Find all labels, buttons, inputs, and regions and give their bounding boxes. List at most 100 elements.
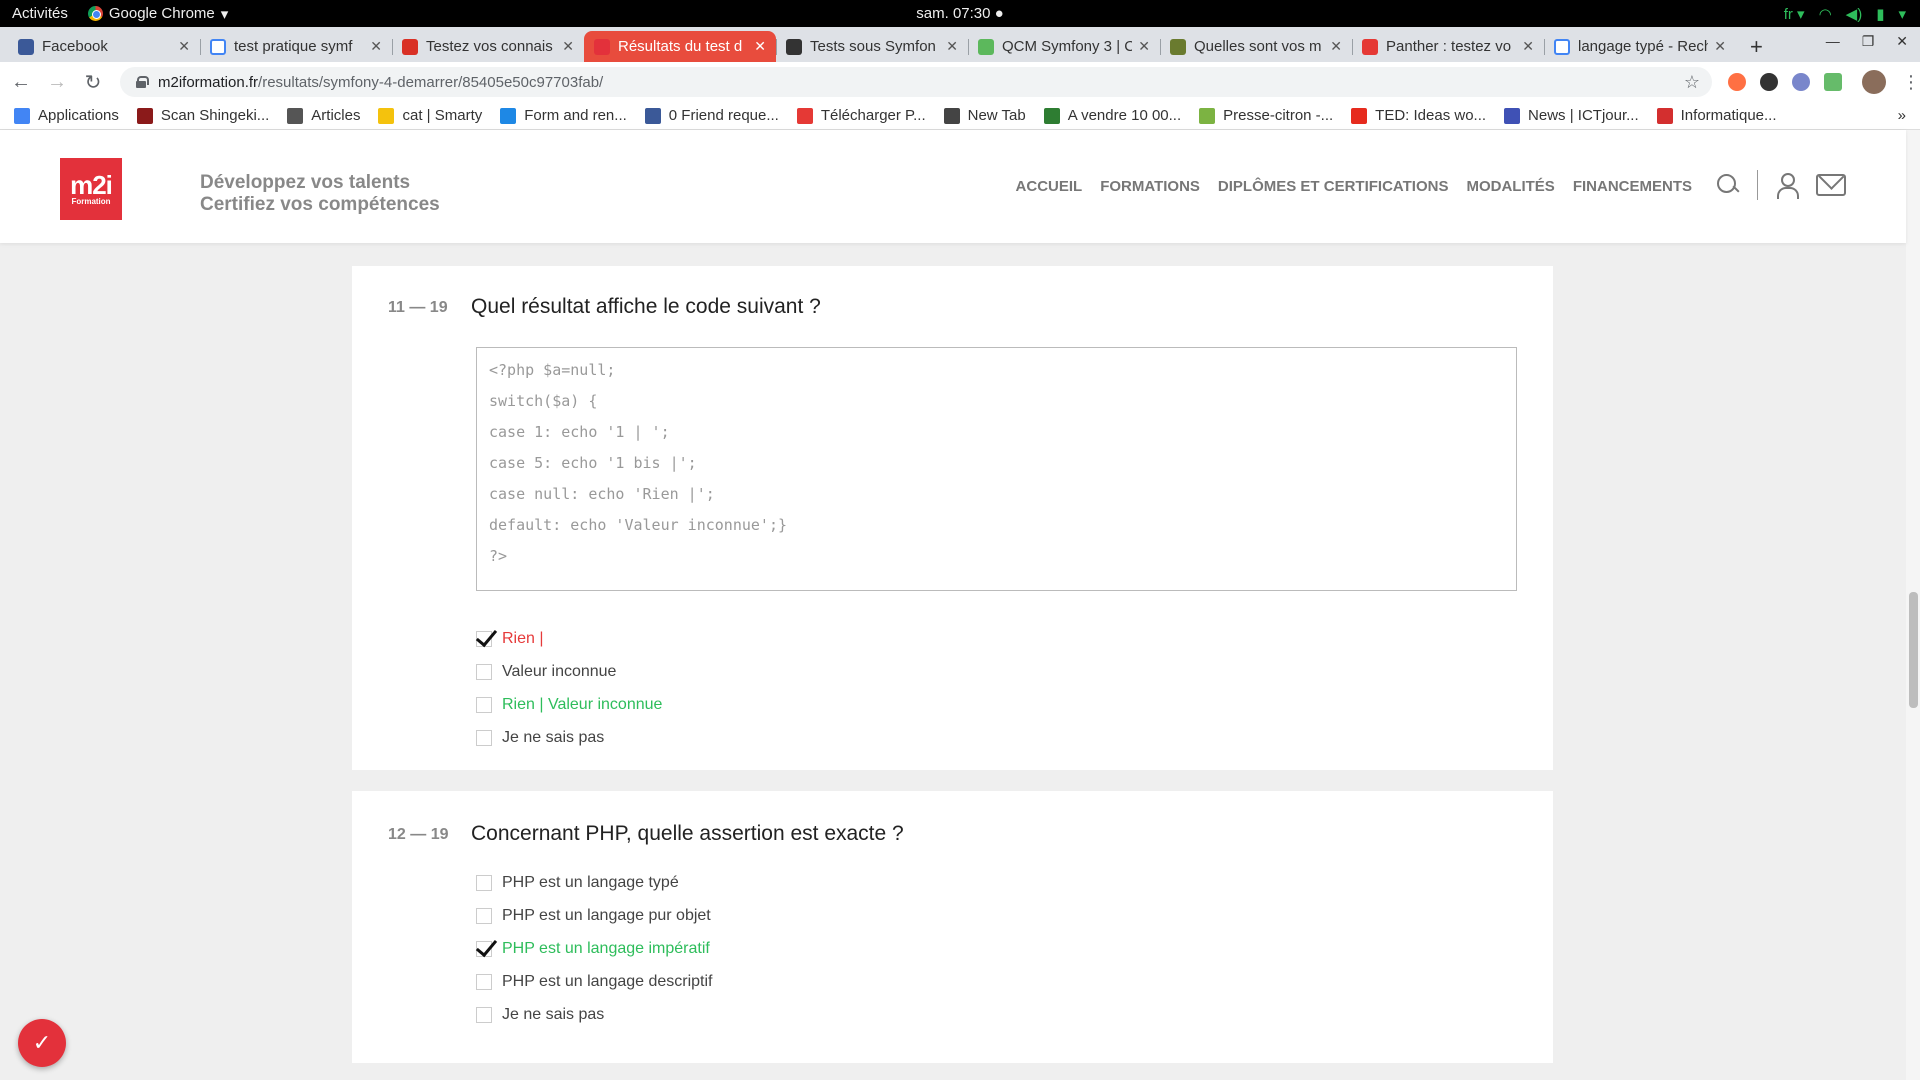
system-top-bar: Activités Google Chrome ▾ sam. 07:30 ● f… <box>0 0 1920 27</box>
address-bar[interactable]: m2iformation.fr/resultats/symfony-4-dema… <box>120 67 1712 97</box>
search-icon[interactable] <box>1717 174 1739 196</box>
bookmark-item[interactable]: A vendre 10 00... <box>1043 107 1181 124</box>
chevron-down-icon: ▾ <box>1898 5 1906 23</box>
tab-close-icon[interactable]: ✕ <box>370 38 382 55</box>
browser-tab[interactable]: Facebook ✕ <box>8 31 200 62</box>
profile-avatar[interactable] <box>1862 70 1886 94</box>
forward-button[interactable]: → <box>42 71 72 94</box>
bookmark-favicon-icon <box>644 107 661 124</box>
tagline: Développez vos talents Certifiez vos com… <box>200 172 440 216</box>
clock[interactable]: sam. 07:30 ● <box>916 5 1003 22</box>
bookmark-item[interactable]: Scan Shingeki... <box>136 107 269 124</box>
page-scrollbar[interactable] <box>1906 130 1920 1080</box>
extension-icon[interactable] <box>1728 73 1746 91</box>
tab-close-icon[interactable]: ✕ <box>946 38 958 55</box>
answer-label: Rien | Valeur inconnue <box>502 695 663 713</box>
bookmark-item[interactable]: Applications <box>14 107 119 124</box>
answer-option[interactable]: Rien | Valeur inconnue <box>476 688 662 721</box>
nav-financements[interactable]: FINANCEMENTS <box>1573 178 1692 195</box>
nav-diplomes[interactable]: DIPLÔMES ET CERTIFICATIONS <box>1218 178 1449 195</box>
tab-close-icon[interactable]: ✕ <box>178 38 190 55</box>
bookmark-favicon-icon <box>1656 107 1673 124</box>
app-name: Google Chrome <box>108 5 215 22</box>
answer-checkbox[interactable] <box>476 1006 492 1023</box>
answer-option[interactable]: PHP est un langage impératif <box>476 932 713 965</box>
answer-checkbox[interactable] <box>476 907 492 924</box>
extension-icon[interactable] <box>1760 73 1778 91</box>
answer-checkbox[interactable] <box>476 874 492 891</box>
answer-checkbox[interactable] <box>476 696 492 713</box>
bookmark-item[interactable]: Informatique... <box>1656 107 1777 124</box>
bookmark-label: New Tab <box>967 107 1026 124</box>
answer-option[interactable]: Je ne sais pas <box>476 998 713 1031</box>
bookmark-item[interactable]: News | ICTjour... <box>1504 107 1639 124</box>
browser-tab[interactable]: Tests sous Symfon ✕ <box>776 31 968 62</box>
system-tray[interactable]: fr ▾ ◠ ◀) ▮ ▾ <box>1784 5 1906 23</box>
browser-tab[interactable]: test pratique symf ✕ <box>200 31 392 62</box>
bookmark-item[interactable]: 0 Friend reque... <box>644 107 779 124</box>
tab-close-icon[interactable]: ✕ <box>1138 38 1150 55</box>
answer-option[interactable]: Je ne sais pas <box>476 721 662 754</box>
tab-strip: Facebook ✕ test pratique symf ✕ Testez vos c… <box>0 27 1920 62</box>
bookmark-item[interactable]: New Tab <box>943 107 1026 124</box>
browser-tab[interactable]: Résultats du test d ✕ <box>584 31 776 62</box>
tab-close-icon[interactable]: ✕ <box>562 38 574 55</box>
bookmark-item[interactable]: Form and ren... <box>500 107 627 124</box>
scrollbar-thumb[interactable] <box>1909 592 1918 708</box>
language-indicator[interactable]: fr ▾ <box>1784 5 1805 23</box>
reload-button[interactable]: ↻ <box>78 70 108 95</box>
bookmark-star-icon[interactable]: ☆ <box>1684 72 1700 93</box>
nav-formations[interactable]: FORMATIONS <box>1100 178 1200 195</box>
close-icon[interactable]: ✕ <box>1896 33 1908 50</box>
nav-accueil[interactable]: ACCUEIL <box>1016 178 1083 195</box>
bookmark-item[interactable]: cat | Smarty <box>378 107 482 124</box>
answer-option[interactable]: PHP est un langage descriptif <box>476 965 713 998</box>
question-text: Quel résultat affiche le code suivant ? <box>471 295 821 318</box>
bookmark-item[interactable]: Articles <box>287 107 360 124</box>
app-menu[interactable]: Google Chrome ▾ <box>87 5 229 23</box>
activities-button[interactable]: Activités <box>12 5 68 22</box>
answer-checkbox[interactable] <box>476 973 492 990</box>
browser-tab[interactable]: Testez vos connais ✕ <box>392 31 584 62</box>
menu-icon[interactable]: ⋮ <box>1902 72 1920 93</box>
answer-option[interactable]: Rien | <box>476 622 662 655</box>
answer-checkbox[interactable] <box>476 940 492 957</box>
answer-option[interactable]: PHP est un langage pur objet <box>476 899 713 932</box>
answer-checkbox[interactable] <box>476 663 492 680</box>
window-controls: — ❐ ✕ <box>1826 33 1908 50</box>
code-line: case 5: echo '1 bis |'; <box>489 454 697 472</box>
more-bookmarks-icon[interactable]: » <box>1898 107 1906 124</box>
extension-icon[interactable] <box>1824 73 1842 91</box>
answer-checkbox[interactable] <box>476 729 492 746</box>
mail-icon[interactable] <box>1816 174 1846 196</box>
browser-tab[interactable]: QCM Symfony 3 | C ✕ <box>968 31 1160 62</box>
nav-modalites[interactable]: MODALITÉS <box>1466 178 1554 195</box>
tab-close-icon[interactable]: ✕ <box>1714 38 1726 55</box>
maximize-icon[interactable]: ❐ <box>1862 33 1875 50</box>
results-fab-button[interactable]: ✓ <box>18 1019 66 1067</box>
browser-tab[interactable]: langage typé - Rech ✕ <box>1544 31 1736 62</box>
user-icon[interactable] <box>1776 172 1799 199</box>
bookmark-item[interactable]: TED: Ideas wo... <box>1351 107 1486 124</box>
browser-tab[interactable]: Panther : testez vo ✕ <box>1352 31 1544 62</box>
tab-close-icon[interactable]: ✕ <box>754 38 766 55</box>
tab-close-icon[interactable]: ✕ <box>1522 38 1534 55</box>
site-logo[interactable]: m2i Formation <box>60 158 122 220</box>
back-button[interactable]: ← <box>6 71 36 94</box>
new-tab-button[interactable]: + <box>1750 31 1763 62</box>
google-icon <box>1554 38 1570 55</box>
bookmark-favicon-icon <box>500 107 517 124</box>
chevron-down-icon: ▾ <box>220 5 229 23</box>
extension-icon[interactable] <box>1792 73 1810 91</box>
minimize-icon[interactable]: — <box>1826 33 1840 50</box>
answer-checkbox[interactable] <box>476 630 492 647</box>
browser-toolbar: ← → ↻ m2iformation.fr/resultats/symfony-… <box>0 62 1920 102</box>
answer-option[interactable]: Valeur inconnue <box>476 655 662 688</box>
bookmark-favicon-icon <box>14 107 30 124</box>
tab-close-icon[interactable]: ✕ <box>1330 38 1342 55</box>
browser-tab[interactable]: Quelles sont vos m ✕ <box>1160 31 1352 62</box>
bookmark-item[interactable]: Télécharger P... <box>796 107 926 124</box>
tab-title: Résultats du test d <box>618 38 743 55</box>
answer-option[interactable]: PHP est un langage typé <box>476 866 713 899</box>
bookmark-item[interactable]: Presse-citron -... <box>1199 107 1333 124</box>
